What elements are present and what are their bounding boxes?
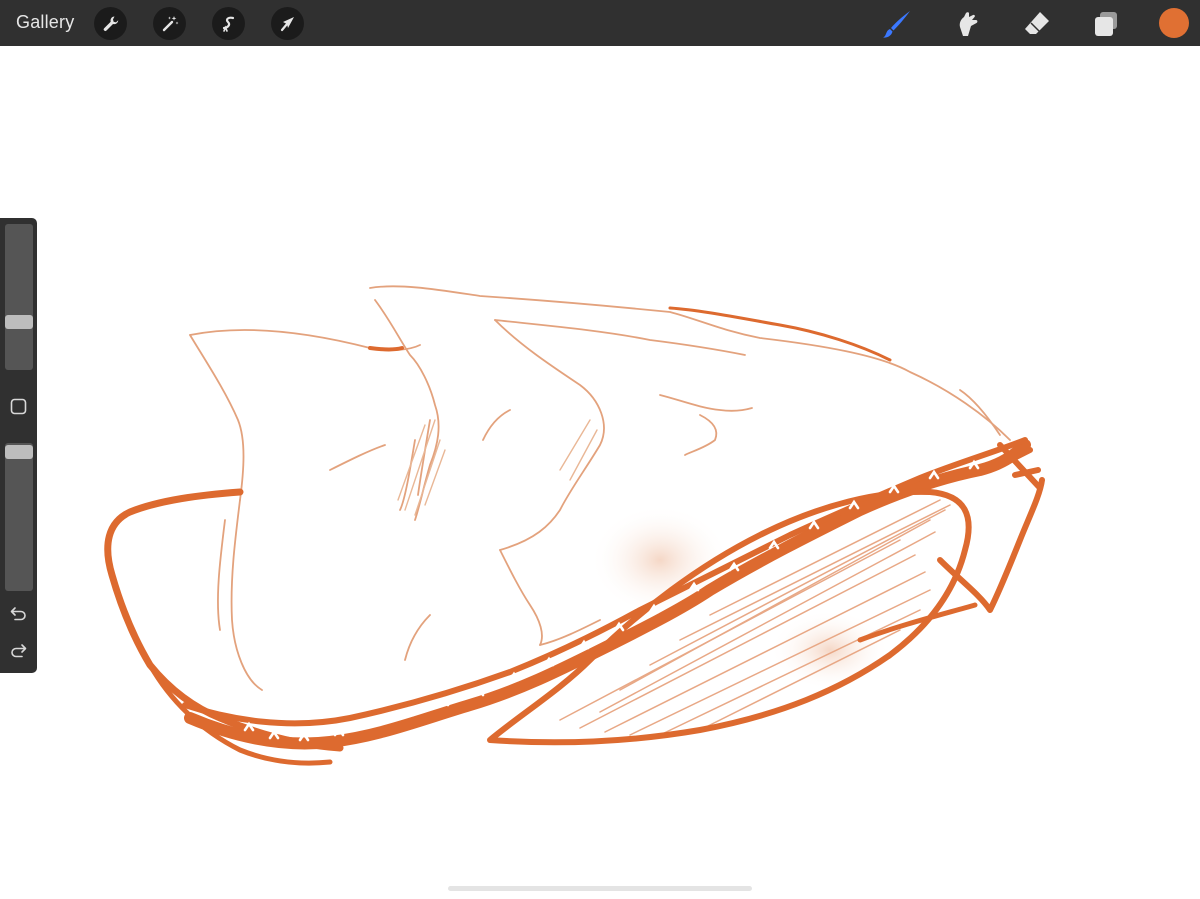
home-indicator[interactable] (448, 886, 752, 891)
actions-button[interactable] (94, 7, 127, 40)
top-toolbar: Gallery (0, 0, 1200, 46)
magic-wand-icon (162, 15, 178, 31)
left-sidebar (0, 218, 37, 673)
selection-button[interactable] (212, 7, 245, 40)
transform-button[interactable] (271, 7, 304, 40)
layers-icon (1095, 12, 1117, 36)
transform-arrow-icon (280, 16, 294, 31)
square-icon[interactable] (10, 398, 27, 415)
layers-tool[interactable] (1089, 7, 1123, 41)
redo-icon[interactable] (9, 641, 28, 660)
undo-icon[interactable] (9, 604, 28, 623)
opacity-thumb[interactable] (5, 445, 33, 459)
eraser-tool[interactable] (1020, 7, 1054, 41)
smudge-icon (959, 12, 978, 36)
smudge-tool[interactable] (950, 7, 984, 41)
eraser-icon (1025, 12, 1049, 34)
adjustments-button[interactable] (153, 7, 186, 40)
brush-tool[interactable] (880, 7, 914, 41)
gallery-button[interactable]: Gallery (16, 12, 74, 33)
brush-icon (883, 11, 910, 38)
drawing-canvas[interactable] (0, 46, 1200, 899)
procreate-app: Gallery (0, 0, 1200, 899)
wrench-icon (103, 16, 118, 31)
sketch-artwork (104, 285, 1045, 766)
opacity-slider[interactable] (5, 443, 33, 591)
brush-size-slider[interactable] (5, 224, 33, 370)
brush-size-thumb[interactable] (5, 315, 33, 329)
color-picker-swatch[interactable] (1159, 8, 1189, 38)
selection-icon (222, 16, 234, 32)
